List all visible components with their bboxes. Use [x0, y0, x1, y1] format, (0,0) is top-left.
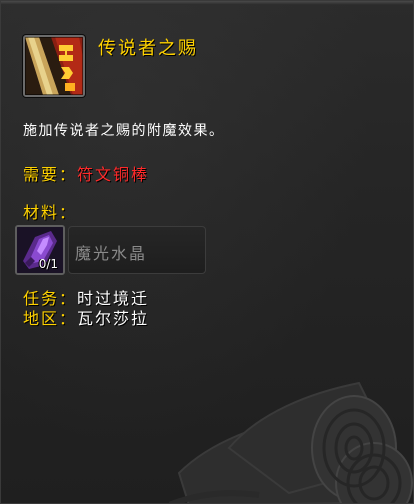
panel-frame-top	[1, 1, 413, 5]
purple-crystal-icon[interactable]: 0/1	[15, 225, 65, 275]
zone-value: 瓦尔莎拉	[77, 309, 150, 328]
requires-label: 需要：	[23, 165, 78, 184]
reagent-name-box[interactable]: 魔光水晶	[68, 226, 206, 274]
zone-label: 地区：	[23, 309, 78, 328]
spell-title: 传说者之赐	[98, 38, 198, 59]
materials-label: 材料：	[23, 203, 78, 222]
zone-row: 地区：瓦尔莎拉	[23, 305, 149, 329]
scroll-watermark-icon	[169, 381, 413, 503]
reagent-slot[interactable]: 0/1 魔光水晶	[15, 225, 207, 277]
rune-weapon-icon[interactable]	[23, 35, 85, 97]
reagent-count: 0/1	[38, 257, 58, 271]
spell-description: 施加传说者之赐的附魔效果。	[23, 123, 225, 139]
requires-row: 需要：符文铜棒	[23, 161, 149, 185]
recipe-detail-panel: 传说者之赐 施加传说者之赐的附魔效果。 需要：符文铜棒 材料： 0/1 魔光水晶…	[0, 0, 414, 504]
requires-value: 符文铜棒	[77, 165, 150, 184]
reagent-name: 魔光水晶	[75, 244, 148, 263]
